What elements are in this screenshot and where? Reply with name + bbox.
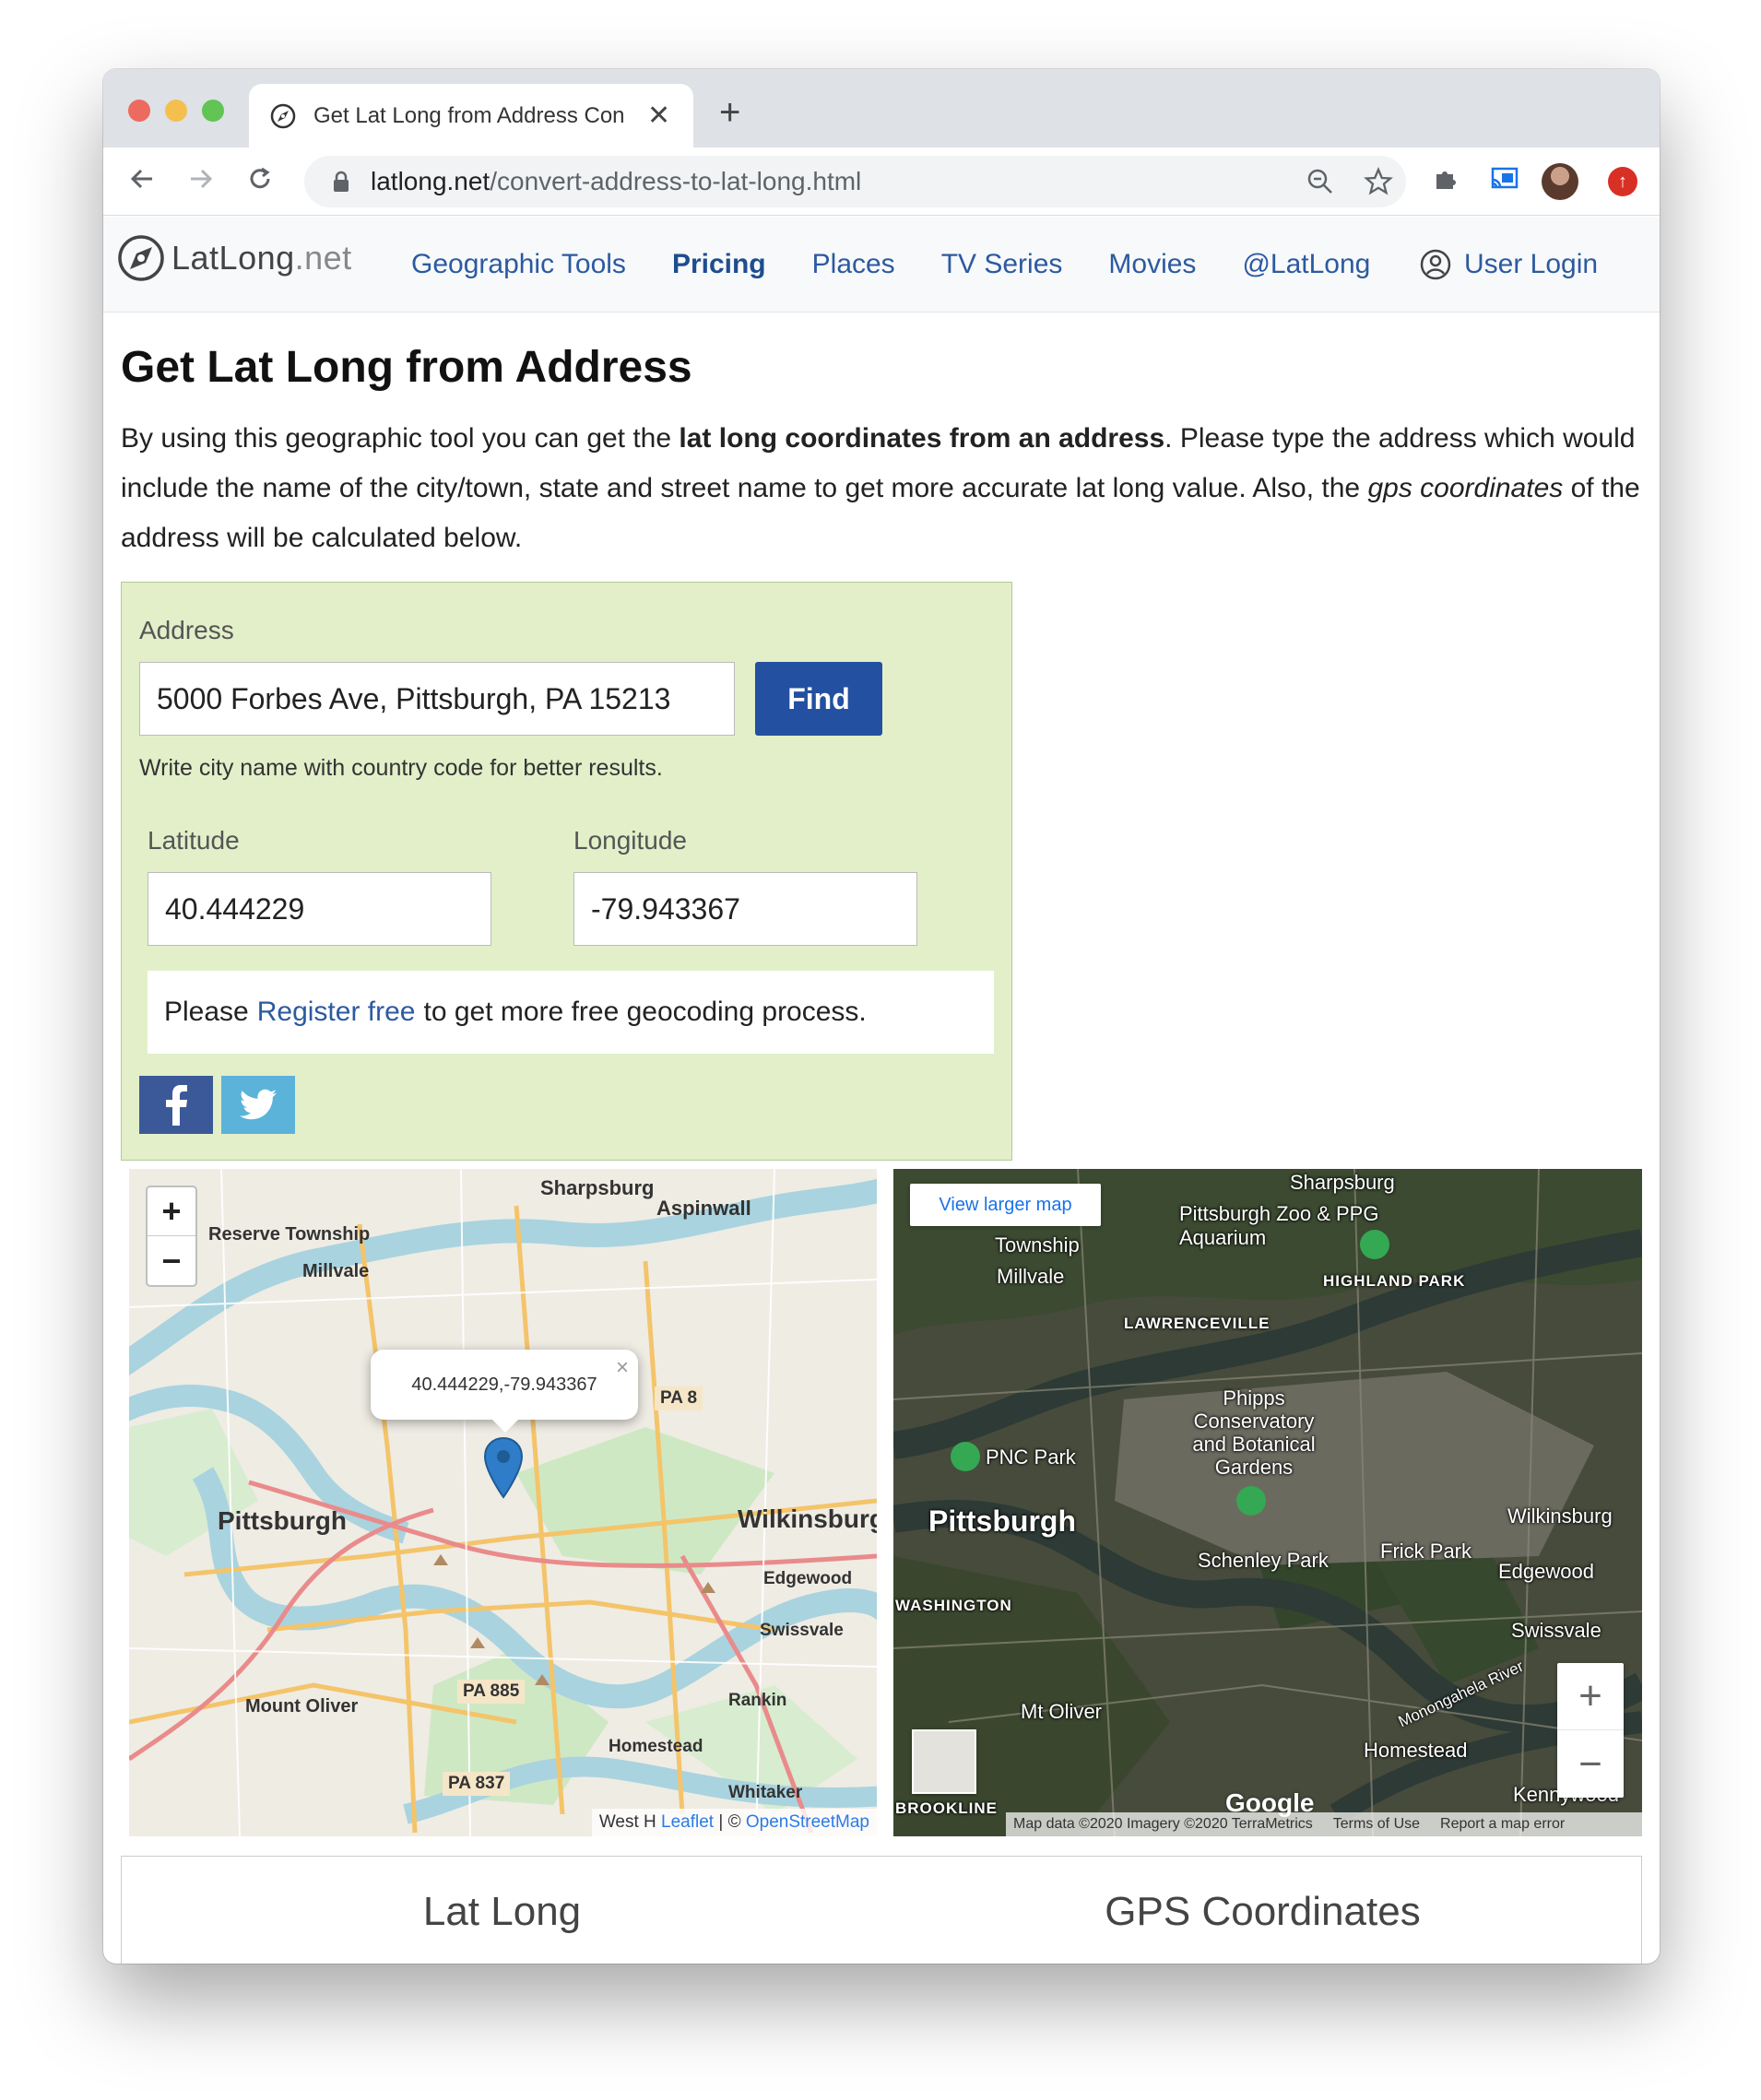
bookmark-star-icon[interactable] [1360, 163, 1397, 200]
register-free-link[interactable]: Register free [257, 997, 416, 1028]
tab-close-icon[interactable]: ✕ [647, 100, 670, 132]
map-marker-icon[interactable] [483, 1436, 524, 1501]
nav-movies[interactable]: Movies [1108, 249, 1196, 280]
facebook-icon [166, 1084, 187, 1126]
address-input[interactable]: 5000 Forbes Ave, Pittsburgh, PA 15213 [139, 662, 735, 736]
user-icon [1420, 249, 1451, 280]
close-window-button[interactable] [128, 100, 150, 122]
facebook-share-button[interactable] [139, 1076, 213, 1134]
map-attribution: West H Leaflet | © OpenStreetMap [591, 1809, 877, 1836]
longitude-label: Longitude [573, 826, 688, 855]
lat-long-heading: Lat Long [422, 1889, 582, 1934]
popup-coordinates: 40.444229,-79.943367 [411, 1374, 597, 1395]
gps-coordinates-heading: GPS Coordinates [1105, 1889, 1421, 1934]
map-type-toggle[interactable] [912, 1729, 976, 1794]
google-zoom-control: + − [1557, 1663, 1624, 1798]
twitter-share-button[interactable] [221, 1076, 295, 1134]
find-button[interactable]: Find [755, 662, 882, 736]
register-notice: Please Register free to get more free ge… [148, 971, 994, 1054]
street-map-tiles [129, 1169, 877, 1836]
site-nav: LatLong.net Geographic Tools Pricing Pla… [103, 217, 1660, 313]
twitter-icon [240, 1089, 277, 1119]
nav-twitter-handle[interactable]: @LatLong [1242, 249, 1370, 280]
leaflet-zoom-control: + − [146, 1186, 197, 1287]
longitude-field[interactable]: -79.943367 [573, 872, 917, 946]
nav-pricing[interactable]: Pricing [672, 249, 766, 280]
results-panel: Lat Long GPS Coordinates [121, 1856, 1642, 1964]
cast-icon[interactable] [1486, 160, 1523, 197]
back-icon[interactable] [124, 160, 160, 197]
tab-title: Get Lat Long from Address Con [313, 102, 625, 128]
geocode-form: Address 5000 Forbes Ave, Pittsburgh, PA … [121, 582, 1012, 1161]
page-title: Get Lat Long from Address [121, 343, 692, 392]
site-logo[interactable]: LatLong.net [116, 233, 352, 283]
intro-text: By using this geographic tool you can ge… [121, 423, 1640, 553]
popup-close-icon[interactable]: × [616, 1355, 629, 1381]
nav-geographic-tools[interactable]: Geographic Tools [411, 249, 626, 280]
reload-icon[interactable] [242, 160, 278, 197]
profile-avatar[interactable] [1542, 163, 1578, 200]
forward-icon[interactable] [183, 160, 219, 197]
openstreetmap-link[interactable]: OpenStreetMap [746, 1812, 869, 1832]
terms-of-use-link[interactable]: Terms of Use [1333, 1816, 1420, 1833]
browser-window: Get Lat Long from Address Con ✕ + latlon… [103, 69, 1660, 1964]
update-arrow-icon[interactable]: ↑ [1608, 167, 1637, 196]
new-tab-button[interactable]: + [719, 92, 740, 134]
google-zoom-out-button[interactable]: − [1557, 1730, 1624, 1798]
latitude-field[interactable]: 40.444229 [148, 872, 491, 946]
address-bar[interactable]: latlong.net/convert-address-to-lat-long.… [304, 156, 1406, 207]
map-data-credit: Map data ©2020 Imagery ©2020 TerraMetric… [1013, 1816, 1313, 1832]
url-text: latlong.net/convert-address-to-lat-long.… [371, 167, 862, 195]
report-map-error-link[interactable]: Report a map error [1440, 1816, 1565, 1833]
nav-tv-series[interactable]: TV Series [941, 249, 1063, 280]
view-larger-map-link[interactable]: View larger map [910, 1184, 1101, 1226]
tab-strip: Get Lat Long from Address Con ✕ + [103, 69, 1660, 147]
google-zoom-in-button[interactable]: + [1557, 1663, 1624, 1730]
lock-icon [334, 171, 349, 192]
user-login-link[interactable]: User Login [1420, 217, 1598, 313]
nav-places[interactable]: Places [812, 249, 895, 280]
maximize-window-button[interactable] [202, 100, 224, 122]
minimize-window-button[interactable] [165, 100, 187, 122]
extensions-puzzle-icon[interactable] [1427, 160, 1464, 197]
marker-popup: 40.444229,-79.943367 × [371, 1350, 638, 1433]
compass-favicon-icon [270, 103, 296, 128]
compass-logo-icon [118, 235, 164, 281]
latitude-label: Latitude [148, 826, 240, 855]
browser-toolbar: latlong.net/convert-address-to-lat-long.… [103, 147, 1660, 216]
browser-tab[interactable]: Get Lat Long from Address Con ✕ [249, 84, 693, 147]
nav-links: Geographic Tools Pricing Places TV Serie… [411, 217, 1416, 313]
address-label: Address [139, 616, 234, 644]
leaflet-link[interactable]: Leaflet [661, 1812, 714, 1832]
address-hint: Write city name with country code for be… [139, 755, 663, 781]
google-map-footer: Map data ©2020 Imagery ©2020 TerraMetric… [1006, 1812, 1642, 1836]
street-map[interactable]: Sharpsburg Aspinwall Reserve Township Mi… [129, 1169, 877, 1836]
zoom-icon[interactable] [1302, 163, 1339, 200]
zoom-in-button[interactable]: + [148, 1187, 195, 1236]
zoom-out-button[interactable]: − [148, 1236, 195, 1285]
satellite-map[interactable]: Sharpsburg Pittsburgh Zoo & PPG Aquarium… [893, 1169, 1642, 1836]
